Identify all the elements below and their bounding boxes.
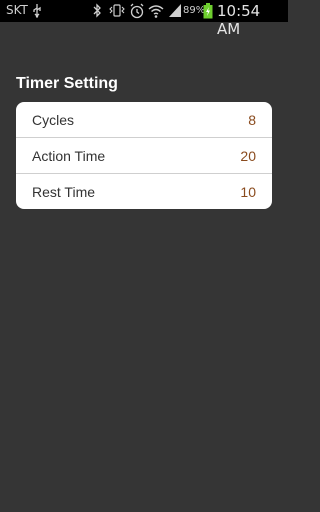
status-clock: 10:54 AM — [217, 2, 261, 38]
bluetooth-icon — [93, 3, 101, 18]
setting-row-rest-time[interactable]: Rest Time 10 — [16, 174, 272, 209]
vibrate-icon — [109, 4, 125, 17]
usb-icon — [33, 4, 41, 18]
signal-icon — [169, 4, 181, 17]
carrier-label: SKT — [6, 3, 28, 17]
setting-value: 20 — [240, 148, 256, 164]
setting-row-cycles[interactable]: Cycles 8 — [16, 102, 272, 138]
alarm-icon — [130, 3, 144, 19]
setting-label: Action Time — [32, 148, 106, 164]
wifi-icon — [148, 5, 164, 18]
status-bar: SKT 89% 10:54 AM — [0, 0, 288, 38]
battery-charging-icon — [203, 3, 213, 19]
battery-percent: 89% — [183, 5, 206, 16]
setting-label: Cycles — [32, 112, 75, 128]
setting-value: 8 — [248, 112, 256, 128]
setting-value: 10 — [240, 184, 256, 200]
timer-setting-title: Timer Setting — [16, 75, 118, 92]
timer-settings-list: Cycles 8 Action Time 20 Rest Time 10 — [16, 102, 272, 209]
setting-label: Rest Time — [32, 184, 96, 200]
setting-row-action-time[interactable]: Action Time 20 — [16, 138, 272, 174]
